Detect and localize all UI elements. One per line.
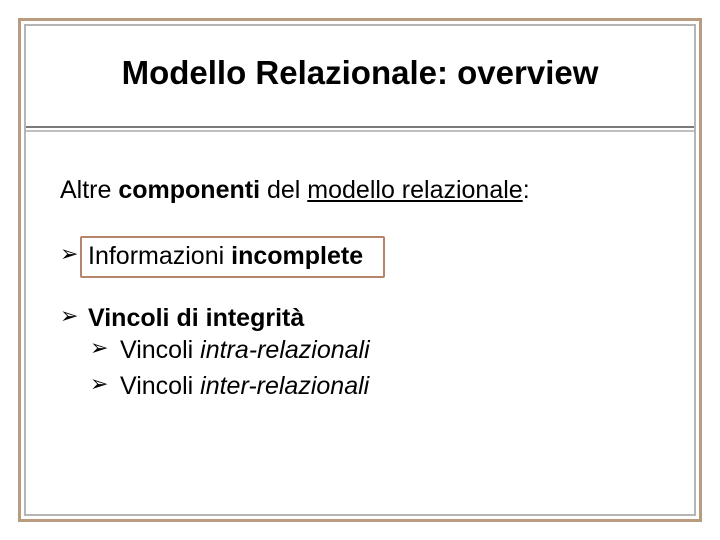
slide-content: Altre componenti del modello relazionale…	[60, 174, 660, 402]
title-underline-dark	[26, 126, 694, 128]
item2-bold: integrità	[206, 304, 305, 332]
sub2-text: Vincoli inter-relazionali	[120, 370, 369, 402]
list-item: ➢ Vincoli inter-relazionali	[60, 370, 660, 402]
title-underline-light	[26, 130, 694, 132]
list-item: ➢ Informazioni incomplete	[60, 240, 660, 272]
bullet-arrow-icon: ➢	[60, 240, 88, 269]
spacer	[60, 272, 660, 302]
sub1-italic: intra-relazionali	[200, 336, 370, 364]
item2-text: Vincoli di integrità	[88, 302, 304, 334]
outer-frame: Modello Relazionale: overview Altre comp…	[18, 18, 702, 522]
item1-bold: incomplete	[231, 242, 363, 270]
list-item: ➢ Vincoli intra-relazionali	[60, 334, 660, 366]
bullet-arrow-icon: ➢	[90, 370, 120, 399]
intro-prefix: Altre	[60, 176, 118, 204]
highlighted-item: Informazioni incomplete	[88, 240, 363, 272]
intro-suffix: :	[523, 176, 530, 204]
item1-pre: Informazioni	[88, 242, 231, 270]
item2-pre: Vincoli di	[88, 304, 206, 332]
intro-bold: componenti	[118, 176, 260, 204]
intro-line: Altre componenti del modello relazionale…	[60, 174, 660, 206]
inner-frame: Modello Relazionale: overview Altre comp…	[24, 24, 696, 516]
sub-list: ➢ Vincoli intra-relazionali ➢ Vincoli in…	[60, 334, 660, 402]
intro-underlined: modello relazionale	[307, 176, 522, 204]
sub2-pre: Vincoli	[120, 372, 200, 400]
bullet-arrow-icon: ➢	[90, 334, 120, 363]
slide: Modello Relazionale: overview Altre comp…	[0, 0, 720, 540]
sub1-pre: Vincoli	[120, 336, 200, 364]
list-item: ➢ Vincoli di integrità	[60, 302, 660, 334]
sub2-italic: inter-relazionali	[200, 372, 369, 400]
bullet-list: ➢ Informazioni incomplete ➢ Vincoli di i…	[60, 240, 660, 402]
slide-title: Modello Relazionale: overview	[26, 54, 694, 92]
sub1-text: Vincoli intra-relazionali	[120, 334, 370, 366]
intro-mid: del	[260, 176, 307, 204]
bullet-arrow-icon: ➢	[60, 302, 88, 331]
